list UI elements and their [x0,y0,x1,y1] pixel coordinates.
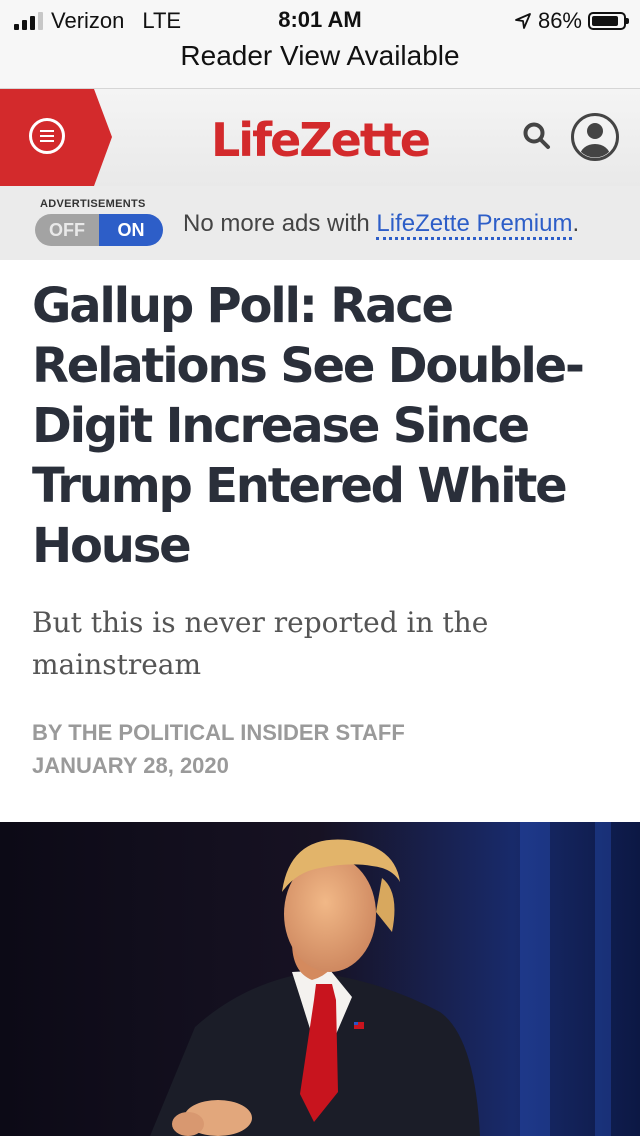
article-photo [0,822,640,1136]
article-subheadline: But this is never reported in the mainst… [32,606,489,681]
article-byline: BY THE POLITICAL INSIDER STAFF [32,720,405,745]
ads-toggle[interactable]: OFF ON [35,214,163,246]
status-bar: Verizon LTE 8:01 AM 86% Reader View Avai… [0,0,640,89]
toggle-off[interactable]: OFF [35,214,99,246]
battery-percent: 86% [537,8,582,33]
ads-message: No more ads with LifeZette Premium. [183,210,580,240]
ads-label: ADVERTISEMENTS [40,198,146,210]
site-header: LifeZette [0,89,640,186]
toggle-on[interactable]: ON [99,214,163,246]
status-right: 86% [514,8,629,34]
user-icon[interactable] [570,112,620,162]
ads-message-text: No more ads with [183,210,377,237]
location-arrow-icon [515,13,531,29]
ads-message-suffix: . [572,210,580,237]
photo-illustration [0,822,640,1136]
premium-link[interactable]: LifeZette Premium [376,210,573,240]
article-headline: Gallup Poll: Race Relations See Double-D… [32,278,585,574]
article-meta: BY THE POLITICAL INSIDER STAFF JANUARY 2… [32,716,405,782]
article-date: JANUARY 28, 2020 [32,753,229,778]
search-icon[interactable] [522,121,552,151]
reader-view-button[interactable]: Reader View Available [0,40,640,72]
battery-icon [588,12,629,30]
ads-bar: ADVERTISEMENTS OFF ON No more ads with L… [0,186,640,260]
